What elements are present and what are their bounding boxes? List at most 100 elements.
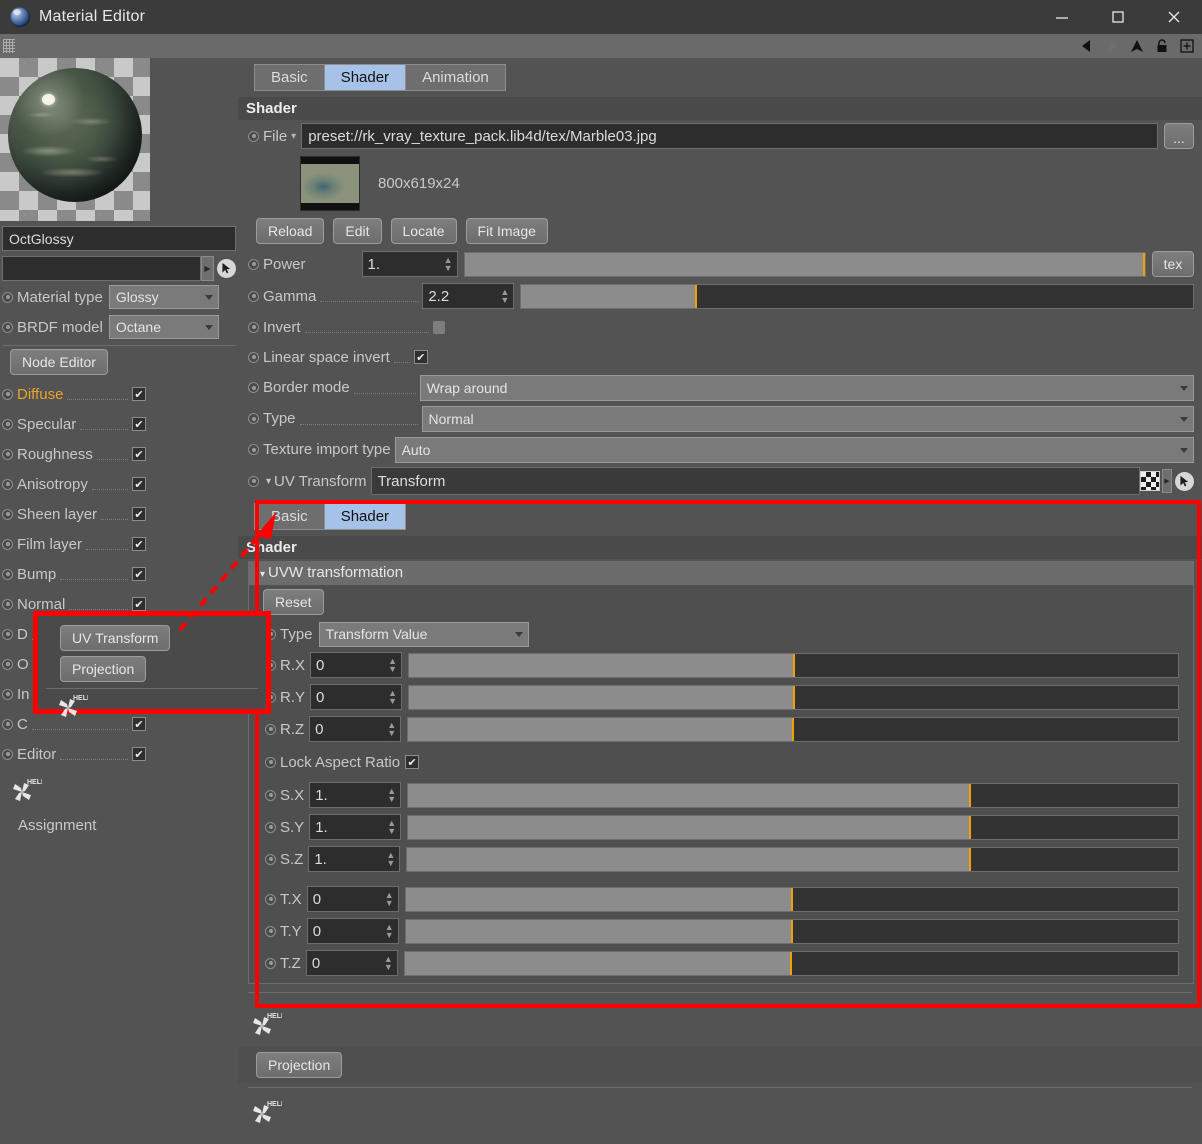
popup-projection-button[interactable]: Projection	[60, 656, 147, 682]
sidebar-channel-specular[interactable]: Specular ✔	[0, 409, 238, 439]
lock-aspect-ratio-radio[interactable]	[265, 756, 276, 768]
sidebar-channel-diffuse[interactable]: Diffuse ✔	[0, 379, 238, 409]
expand-arrow-icon[interactable]: ▶	[1162, 469, 1172, 493]
channel-checkbox[interactable]: ✔	[132, 387, 146, 401]
back-arrow-icon[interactable]	[1079, 38, 1095, 54]
channel-radio[interactable]	[2, 658, 13, 670]
rotation-radio[interactable]	[265, 723, 276, 735]
channel-checkbox[interactable]: ✔	[132, 537, 146, 551]
lock-aspect-ratio-checkbox[interactable]: ✔	[405, 755, 420, 769]
scale-radio[interactable]	[265, 789, 276, 801]
invert-checkbox[interactable]	[432, 320, 445, 334]
sidebar-channel-roughness[interactable]: Roughness ✔	[0, 439, 238, 469]
texture-thumbnail[interactable]	[300, 155, 360, 211]
rotation-slider[interactable]	[407, 716, 1179, 742]
material-name-input[interactable]: OctGlossy	[2, 226, 236, 251]
channel-radio[interactable]	[2, 508, 13, 520]
file-button-fit-image[interactable]: Fit Image	[465, 218, 548, 244]
translation-value-input[interactable]: 0 ▲ ▼	[306, 886, 399, 912]
uvw-transformation-group-header[interactable]: ▾ UVW transformation	[248, 561, 1194, 584]
rotation-value-input[interactable]: 0 ▲ ▼	[310, 684, 403, 710]
channel-radio[interactable]	[2, 418, 13, 430]
translation-value-input[interactable]: 0 ▲ ▼	[306, 918, 399, 944]
channel-radio[interactable]	[2, 388, 13, 400]
chevron-right-icon[interactable]: ▶	[201, 256, 214, 281]
brdf-model-select[interactable]: Octane	[108, 315, 219, 339]
power-slider[interactable]	[463, 251, 1146, 277]
node-editor-button[interactable]: Node Editor	[10, 349, 108, 375]
octane-help-icon[interactable]: HELP	[248, 1009, 286, 1039]
material-link-input[interactable]	[2, 256, 201, 281]
translation-radio[interactable]	[265, 957, 276, 969]
power-tex-button[interactable]: tex	[1152, 251, 1194, 277]
drag-grip-icon[interactable]	[3, 39, 15, 53]
power-radio[interactable]	[248, 258, 259, 270]
maximize-button[interactable]	[1090, 0, 1146, 34]
scale-value-input[interactable]: 1. ▲ ▼	[309, 814, 402, 840]
channel-checkbox[interactable]: ✔	[132, 417, 146, 431]
up-arrow-icon[interactable]	[1129, 38, 1145, 54]
rotation-value-input[interactable]: 0 ▲ ▼	[309, 716, 402, 742]
close-button[interactable]	[1146, 0, 1202, 34]
translation-radio[interactable]	[265, 893, 276, 905]
brdf-model-radio[interactable]	[2, 321, 13, 333]
sidebar-channel-anisotropy[interactable]: Anisotropy ✔	[0, 469, 238, 499]
tab-basic[interactable]: Basic	[255, 65, 325, 90]
popup-uv-transform-button[interactable]: UV Transform	[60, 625, 171, 651]
file-button-edit[interactable]: Edit	[333, 218, 382, 244]
octane-help-icon[interactable]: HELP	[54, 691, 92, 721]
file-radio[interactable]	[248, 130, 259, 142]
scale-slider[interactable]	[406, 846, 1179, 872]
scale-radio[interactable]	[265, 821, 276, 833]
checkerboard-icon[interactable]	[1140, 471, 1160, 491]
scale-value-input[interactable]: 1. ▲ ▼	[309, 782, 402, 808]
scale-slider[interactable]	[407, 814, 1179, 840]
channel-radio[interactable]	[2, 478, 13, 490]
channel-radio[interactable]	[2, 718, 13, 730]
projection-button[interactable]: Projection	[256, 1052, 343, 1078]
sidebar-channel-editor[interactable]: Editor ✔	[0, 739, 238, 769]
channel-radio[interactable]	[2, 628, 13, 640]
file-button-locate[interactable]: Locate	[390, 218, 457, 244]
border-mode-radio[interactable]	[248, 382, 259, 393]
browse-button[interactable]: ...	[1164, 123, 1194, 149]
scale-value-input[interactable]: 1. ▲ ▼	[308, 846, 401, 872]
translation-slider[interactable]	[404, 886, 1179, 912]
file-path-input[interactable]: preset://rk_vray_texture_pack.lib4d/tex/…	[301, 123, 1158, 149]
channel-radio[interactable]	[2, 448, 13, 460]
rotation-value-input[interactable]: 0 ▲ ▼	[310, 652, 403, 678]
translation-radio[interactable]	[265, 925, 276, 937]
rotation-slider[interactable]	[408, 652, 1179, 678]
channel-radio[interactable]	[2, 748, 13, 760]
translation-value-input[interactable]: 0 ▲ ▼	[305, 950, 398, 976]
reset-button[interactable]: Reset	[263, 589, 324, 615]
forward-arrow-icon[interactable]	[1104, 38, 1120, 54]
cursor-pick-icon[interactable]	[217, 259, 236, 278]
add-icon[interactable]	[1179, 38, 1195, 54]
channel-checkbox[interactable]: ✔	[132, 447, 146, 461]
texture-import-type-radio[interactable]	[248, 444, 259, 455]
lock-icon[interactable]	[1154, 38, 1170, 54]
power-value-input[interactable]: 1. ▲ ▼	[361, 251, 458, 277]
channel-checkbox[interactable]: ✔	[132, 477, 146, 491]
material-type-select[interactable]: Glossy	[108, 285, 219, 309]
rotation-slider[interactable]	[408, 684, 1179, 710]
border-mode-select[interactable]: Wrap around	[419, 374, 1194, 401]
nested-type-select[interactable]: Transform Value	[318, 621, 529, 647]
nested-tab-shader[interactable]: Shader	[324, 504, 406, 529]
tab-animation[interactable]: Animation	[406, 65, 505, 90]
invert-radio[interactable]	[248, 321, 259, 333]
gamma-value-input[interactable]: 2.2 ▲ ▼	[422, 283, 515, 309]
channel-checkbox[interactable]: ✔	[132, 567, 146, 581]
sidebar-channel-sheen-layer[interactable]: Sheen layer ✔	[0, 499, 238, 529]
uv-transform-pick-icon[interactable]	[1175, 471, 1194, 491]
material-type-radio[interactable]	[2, 291, 13, 303]
nested-tab-basic[interactable]: Basic	[255, 504, 325, 529]
channel-radio[interactable]	[2, 688, 13, 700]
file-button-reload[interactable]: Reload	[256, 218, 325, 244]
channel-checkbox[interactable]: ✔	[132, 747, 146, 761]
octane-help-icon[interactable]: HELP	[248, 1097, 286, 1127]
channel-radio[interactable]	[2, 568, 13, 580]
gamma-radio[interactable]	[248, 290, 259, 302]
texture-import-type-select[interactable]: Auto	[394, 436, 1194, 463]
